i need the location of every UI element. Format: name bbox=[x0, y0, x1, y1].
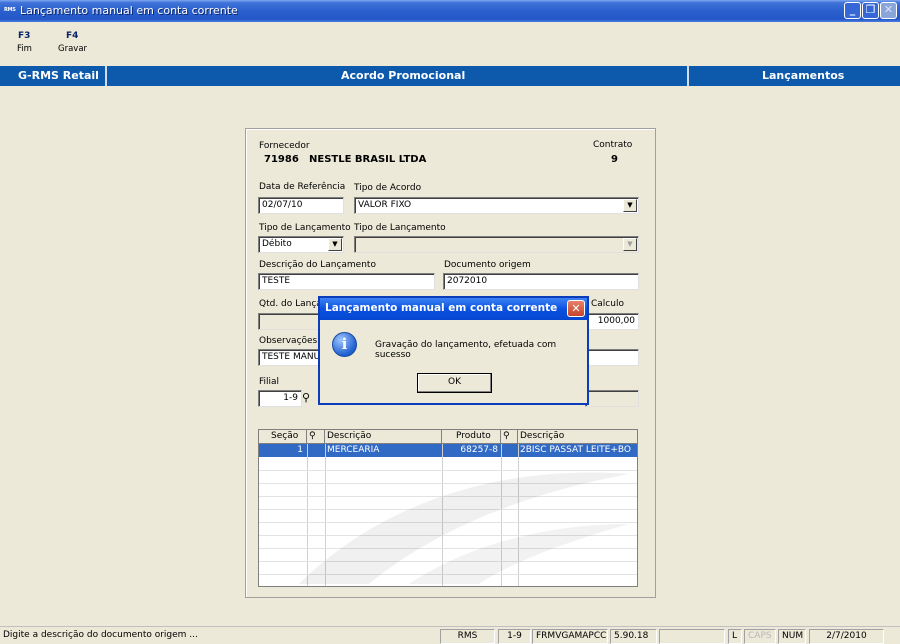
grid-header-descricao[interactable]: Descrição bbox=[325, 430, 442, 444]
dialog-title-bar[interactable]: Lançamento manual em conta corrente bbox=[320, 298, 587, 320]
window-title-bar[interactable]: RMS Lançamento manual em conta corrente … bbox=[0, 0, 900, 22]
f4-label: Gravar bbox=[58, 44, 88, 54]
tipo-lancamento-select-2[interactable]: ▼ bbox=[354, 236, 639, 253]
chevron-down-icon[interactable]: ▼ bbox=[328, 238, 342, 251]
header-divider bbox=[687, 66, 689, 86]
status-hint: Digite a descrição do documento origem .… bbox=[3, 630, 198, 640]
message-dialog[interactable]: Lançamento manual em conta corrente ✕ i … bbox=[318, 296, 589, 405]
contrato-value: 9 bbox=[611, 154, 618, 165]
filial-label: Filial bbox=[259, 377, 280, 387]
toolbar-f3-button[interactable]: F3 Fim bbox=[17, 31, 32, 54]
fornecedor-name: NESTLE BRASIL LTDA bbox=[309, 154, 427, 165]
close-window-button[interactable]: ✕ bbox=[880, 2, 897, 19]
documento-origem-input[interactable]: 2072010 bbox=[443, 273, 639, 290]
chevron-down-icon[interactable]: ▼ bbox=[623, 238, 637, 251]
watermark-swoosh bbox=[299, 472, 629, 584]
contrato-label: Contrato bbox=[593, 140, 633, 150]
minimize-button[interactable]: _ bbox=[844, 2, 861, 19]
f4-key: F4 bbox=[66, 31, 79, 41]
app-icon: RMS bbox=[4, 7, 16, 13]
header-screen-title: Acordo Promocional bbox=[341, 69, 466, 82]
header-app-name: G-RMS Retail bbox=[18, 69, 99, 82]
fornecedor-label: Fornecedor bbox=[259, 141, 310, 151]
documento-origem-label: Documento origem bbox=[444, 260, 531, 270]
status-system: RMS bbox=[440, 629, 495, 644]
tipo-lancamento-label-2: Tipo de Lançamento bbox=[354, 223, 446, 233]
dialog-close-button[interactable]: ✕ bbox=[567, 300, 585, 317]
status-lock: L bbox=[728, 629, 742, 644]
filial-input[interactable]: 1-9 bbox=[258, 390, 302, 407]
status-form-id: FRMVGAMAPCC bbox=[532, 629, 608, 644]
grid-header-secao[interactable]: Seção bbox=[259, 430, 307, 444]
status-empty-panel bbox=[659, 629, 725, 644]
f3-label: Fim bbox=[17, 44, 32, 54]
status-date: 2/7/2010 bbox=[809, 629, 884, 644]
observacoes-input-tail[interactable] bbox=[585, 349, 639, 366]
filial-description-field bbox=[585, 390, 639, 407]
dialog-title: Lançamento manual em conta corrente bbox=[325, 302, 558, 314]
calculo-label: Calculo bbox=[591, 299, 624, 309]
status-bar: Digite a descrição do documento origem .… bbox=[0, 626, 900, 644]
qtd-lancamento-label: Qtd. do Lança bbox=[259, 299, 322, 309]
toolbar-f4-button[interactable]: F4 Gravar bbox=[58, 31, 87, 54]
maximize-button[interactable]: ❐ bbox=[862, 2, 879, 19]
grid-header-descricao-produto[interactable]: Descrição bbox=[518, 430, 637, 444]
observacoes-label: Observações bbox=[259, 336, 318, 346]
f3-key: F3 bbox=[18, 31, 31, 41]
tipo-lancamento-value: Débito bbox=[262, 239, 292, 249]
tipo-acordo-value: VALOR FIXO bbox=[358, 200, 412, 210]
data-referencia-label: Data de Referência bbox=[259, 182, 346, 192]
data-referencia-input[interactable]: 02/07/10 bbox=[258, 197, 344, 214]
binoculars-icon[interactable]: ⚲ bbox=[501, 430, 518, 444]
ok-button[interactable]: OK bbox=[417, 373, 492, 393]
calculo-input[interactable]: 1000,00 bbox=[585, 313, 639, 330]
status-version: 5.90.18 bbox=[610, 629, 657, 644]
binoculars-icon[interactable]: ⚲ bbox=[302, 391, 310, 404]
tipo-acordo-select[interactable]: VALOR FIXO ▼ bbox=[354, 197, 639, 214]
tipo-lancamento-select[interactable]: Débito ▼ bbox=[258, 236, 344, 253]
header-divider bbox=[105, 66, 107, 86]
status-filial: 1-9 bbox=[498, 629, 531, 644]
window-title: Lançamento manual em conta corrente bbox=[20, 4, 238, 17]
chevron-down-icon[interactable]: ▼ bbox=[623, 199, 637, 212]
status-caps: CAPS bbox=[744, 629, 776, 644]
tipo-acordo-label: Tipo de Acordo bbox=[354, 183, 422, 193]
grid-header-produto[interactable]: Produto bbox=[442, 430, 501, 444]
descricao-label: Descrição do Lançamento bbox=[259, 260, 376, 270]
info-icon: i bbox=[332, 332, 357, 357]
fornecedor-code: 71986 bbox=[264, 154, 299, 165]
dialog-message: Gravação do lançamento, efetuada com suc… bbox=[375, 340, 557, 360]
descricao-input[interactable]: TESTE bbox=[258, 273, 435, 290]
status-num: NUM bbox=[778, 629, 806, 644]
tipo-lancamento-label: Tipo de Lançamento bbox=[259, 223, 351, 233]
header-section-title: Lançamentos bbox=[762, 69, 845, 82]
lancamentos-grid[interactable]: Seção ⚲ Descrição Produto ⚲ Descrição 1 … bbox=[258, 429, 638, 587]
binoculars-icon[interactable]: ⚲ bbox=[307, 430, 325, 444]
screen-header: G-RMS Retail Acordo Promocional Lançamen… bbox=[0, 66, 900, 86]
